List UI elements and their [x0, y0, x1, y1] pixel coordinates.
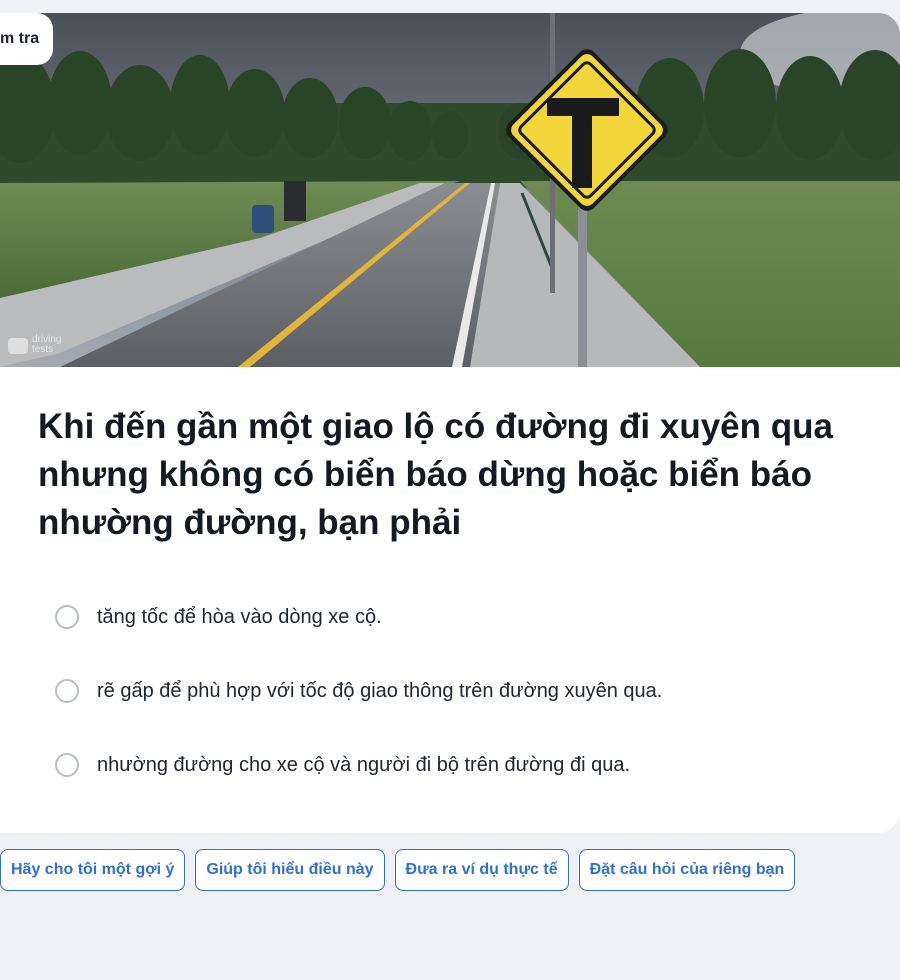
road-scene-illustration — [0, 13, 900, 367]
answer-option-label: rẽ gấp để phù hợp với tốc độ giao thông … — [97, 679, 663, 702]
question-image: driving tests — [0, 13, 900, 367]
ask-question-button[interactable]: Đặt câu hỏi của riêng bạn — [578, 849, 796, 891]
radio-button[interactable] — [55, 605, 79, 629]
radio-button[interactable] — [55, 753, 79, 777]
help-chips: Hãy cho tôi một gợi ý Giúp tôi hiểu điều… — [0, 849, 796, 891]
watermark-text: driving tests — [32, 334, 62, 355]
hint-button[interactable]: Hãy cho tôi một gợi ý — [0, 849, 186, 891]
answer-option[interactable]: nhường đường cho xe cộ và người đi bộ tr… — [55, 751, 875, 779]
t-intersection-sign-icon — [506, 49, 668, 211]
answer-option[interactable]: tăng tốc để hòa vào dòng xe cộ. — [55, 603, 875, 631]
explain-button[interactable]: Giúp tôi hiểu điều này — [195, 849, 385, 891]
radio-button[interactable] — [55, 679, 79, 703]
question-text: Khi đến gần một giao lộ có đường đi xuyê… — [38, 407, 833, 542]
driving-tests-logo — [8, 338, 28, 354]
answer-option[interactable]: rẽ gấp để phù hợp với tốc độ giao thông … — [55, 677, 875, 705]
breadcrumb-badge[interactable]: m tra — [0, 13, 54, 65]
example-button[interactable]: Đưa ra ví dụ thực tế — [394, 849, 569, 891]
answer-option-label: tăng tốc để hòa vào dòng xe cộ. — [97, 605, 382, 628]
question-card: driving tests m tra Khi đến gần một giao… — [0, 13, 900, 833]
answer-option-label: nhường đường cho xe cộ và người đi bộ tr… — [97, 753, 630, 776]
answer-options: tăng tốc để hòa vào dòng xe cộ. rẽ gấp đ… — [55, 603, 875, 825]
